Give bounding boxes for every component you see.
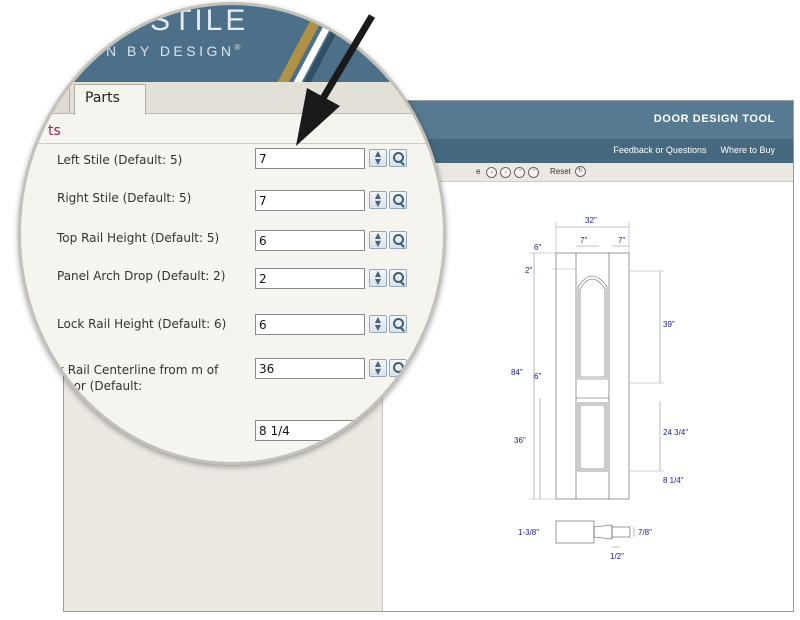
arrow-shaft — [318, 14, 376, 102]
arrow-head — [296, 88, 340, 146]
pointer-arrow — [296, 14, 376, 146]
